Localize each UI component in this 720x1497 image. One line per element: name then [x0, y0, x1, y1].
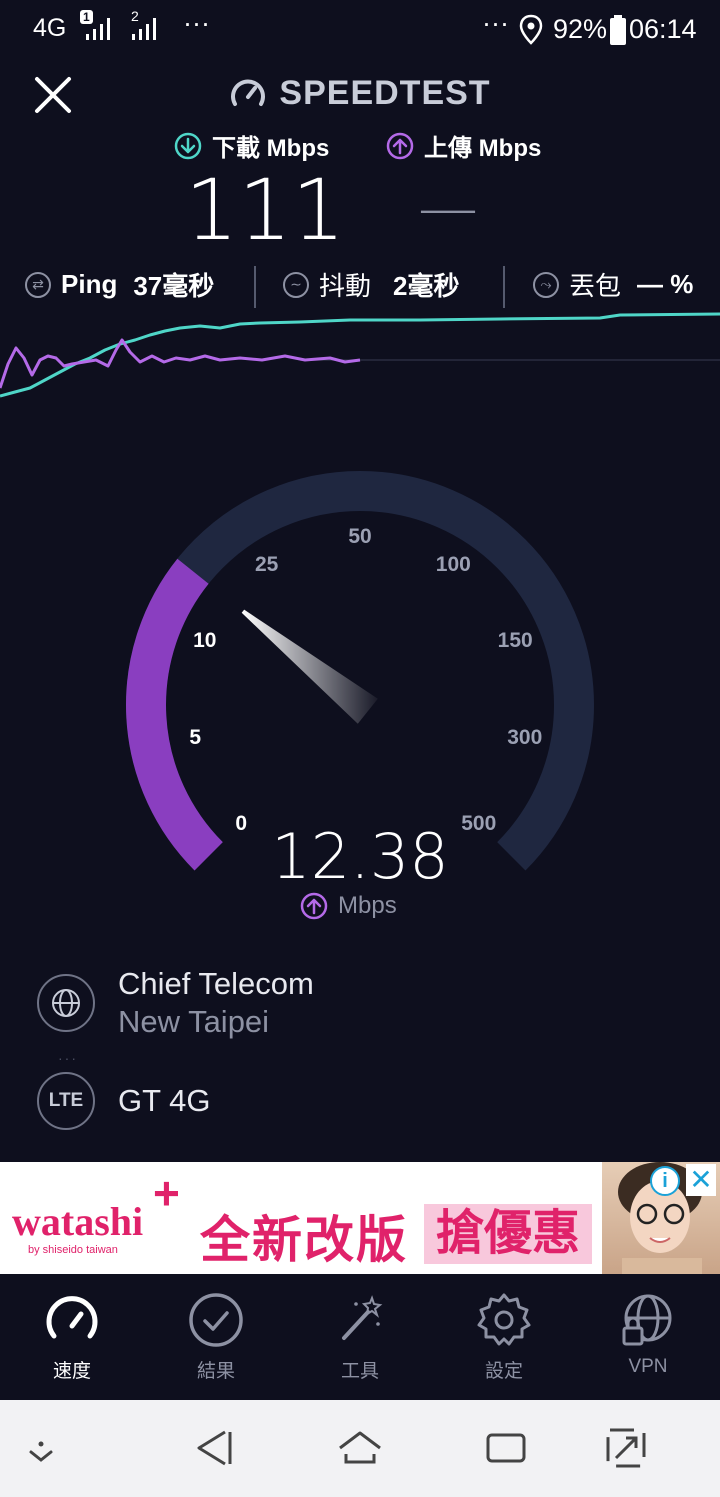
- download-value: 111: [184, 161, 346, 259]
- recent-apps-icon[interactable]: [485, 1430, 527, 1466]
- status-bar: 4G 1 2 ··· ··· 92% 06:14: [0, 0, 720, 60]
- check-circle-icon: [189, 1293, 243, 1347]
- packet-loss-metric: ⤳ 丟包 — %: [533, 266, 693, 303]
- system-navigation-bar: [0, 1400, 720, 1497]
- home-icon[interactable]: [336, 1428, 384, 1468]
- back-icon[interactable]: [195, 1428, 235, 1468]
- gauge-needle: [241, 609, 378, 724]
- server-globe-icon[interactable]: [37, 974, 95, 1032]
- gauge-tick-label: 0: [235, 811, 248, 835]
- current-speed-unit: Mbps: [300, 892, 397, 920]
- globe-lock-icon: [622, 1294, 672, 1346]
- upload-value: —: [418, 173, 478, 243]
- current-speed-value: 12.38: [271, 820, 449, 893]
- nav-label: 結果: [196, 1361, 235, 1382]
- expand-screen-icon[interactable]: [604, 1426, 648, 1470]
- bottom-navigation: 速度 結果 工具 設定 VPN: [0, 1274, 720, 1400]
- nav-label: 設定: [484, 1361, 523, 1382]
- lte-badge: LTE: [37, 1072, 95, 1130]
- app-title: SPEEDTEST: [279, 74, 491, 112]
- nav-label: 速度: [52, 1361, 91, 1382]
- globe-icon: [52, 989, 80, 1017]
- ad-close-icon[interactable]: ✕: [686, 1164, 716, 1196]
- location-icon: [519, 14, 543, 45]
- network-type: 4G: [33, 14, 67, 42]
- hide-keyboard-icon[interactable]: [26, 1440, 56, 1464]
- speed-gauge: 0 5 10 25 50 100 150 300 500 12.38 Mbps: [0, 440, 720, 960]
- nav-vpn[interactable]: VPN: [576, 1290, 720, 1378]
- server-location[interactable]: New Taipei: [118, 1004, 269, 1040]
- battery-percent: 92%: [553, 14, 608, 44]
- ping-metric: ⇄ Ping 37毫秒: [25, 266, 214, 303]
- upload-label-text: 上傳 Mbps: [424, 135, 542, 162]
- gauge-tick-label: 500: [461, 811, 497, 835]
- nav-label: VPN: [628, 1356, 668, 1377]
- battery-icon: [610, 15, 626, 45]
- overflow-dots-right: ···: [482, 8, 509, 38]
- speedometer-icon: [46, 1296, 98, 1339]
- upload-label: 上傳 Mbps: [386, 128, 541, 163]
- gauge-tick-label: 25: [254, 553, 279, 577]
- ad-cta[interactable]: 搶優惠: [424, 1204, 593, 1264]
- jitter-icon: ∼: [283, 271, 309, 298]
- ad-brand-sub: by shiseido taiwan: [28, 1244, 118, 1256]
- gauge-tick-label: 5: [189, 725, 202, 749]
- signal-icon: [86, 18, 110, 40]
- download-label-text: 下載 Mbps: [212, 135, 330, 162]
- ad-headline: 全新改版: [200, 1212, 408, 1268]
- nav-speed[interactable]: 速度: [0, 1290, 144, 1383]
- overflow-dots: ···: [183, 8, 210, 38]
- app-header: SPEEDTEST: [0, 74, 720, 122]
- nav-tools[interactable]: 工具: [288, 1290, 432, 1383]
- nav-settings[interactable]: 設定: [432, 1290, 576, 1383]
- jitter-value: 2毫秒: [393, 271, 460, 301]
- gauge-tick-label: 10: [193, 628, 217, 652]
- packet-loss-label: 丟包: [569, 271, 622, 301]
- jitter-metric: ∼ 抖動 2毫秒: [283, 266, 459, 303]
- gauge-tick-label: 100: [435, 553, 471, 577]
- ping-label: Ping: [61, 269, 118, 299]
- connector-dots: ···: [58, 1050, 78, 1066]
- upload-arrow-icon: [300, 892, 328, 920]
- ad-info-icon[interactable]: i: [650, 1166, 680, 1196]
- speedometer-logo-icon: [231, 79, 266, 106]
- jitter-label: 抖動: [319, 271, 372, 301]
- nav-results[interactable]: 結果: [144, 1290, 288, 1383]
- unit-label: Mbps: [338, 892, 397, 919]
- gauge-progress: [126, 558, 224, 871]
- download-arrow-icon: [174, 132, 202, 159]
- speed-history-graph: [0, 312, 720, 398]
- packet-loss-icon: ⤳: [533, 271, 559, 298]
- ping-icon: ⇄: [25, 271, 51, 298]
- packet-loss-value: — %: [637, 269, 694, 299]
- nav-label: 工具: [340, 1361, 379, 1382]
- carrier-name: GT 4G: [118, 1083, 211, 1118]
- server-provider[interactable]: Chief Telecom: [118, 966, 314, 1002]
- clock: 06:14: [629, 14, 697, 44]
- ad-plus-mark: +: [153, 1167, 180, 1219]
- ping-value: 37毫秒: [133, 271, 215, 301]
- upload-arrow-icon: [386, 132, 414, 159]
- gauge-tick-label: 50: [348, 525, 372, 548]
- gauge-tick-label: 150: [497, 628, 533, 652]
- ad-banner[interactable]: watashi + by shiseido taiwan 全新改版 搶優惠 i …: [0, 1162, 720, 1274]
- signal-icon-2: [132, 18, 156, 40]
- ad-brand: watashi: [12, 1199, 144, 1244]
- gauge-tick-label: 300: [507, 725, 543, 749]
- magic-wand-icon: [342, 1295, 383, 1340]
- download-label: 下載 Mbps: [174, 128, 329, 163]
- gear-icon: [477, 1293, 531, 1346]
